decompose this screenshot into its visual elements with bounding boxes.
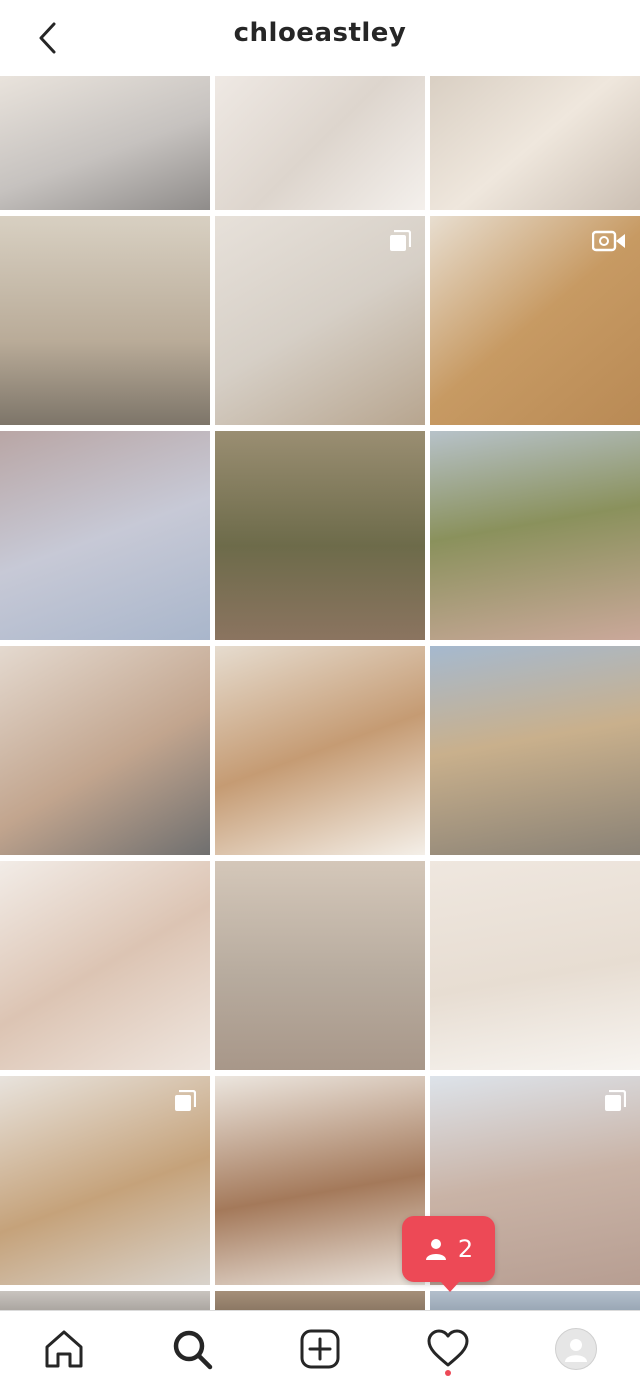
post-thumbnail-girls-in-bed[interactable]	[0, 76, 210, 210]
post-thumbnail-plush-toys[interactable]	[430, 76, 640, 210]
post-thumbnail-blossom-tree[interactable]	[0, 431, 210, 640]
heart-icon	[427, 1329, 469, 1367]
activity-notification-bubble[interactable]: 2	[402, 1216, 495, 1292]
profile-username: chloeastley	[233, 18, 407, 48]
nav-activity[interactable]	[424, 1325, 472, 1373]
multiple-photos-icon	[390, 230, 411, 251]
carousel-badge	[174, 1090, 196, 1112]
profile-avatar	[555, 1328, 597, 1370]
post-thumbnail-knit-sweater[interactable]	[215, 76, 425, 210]
home-icon	[45, 1330, 83, 1368]
post-thumbnail-girls-in-snowsuits[interactable]	[215, 861, 425, 1070]
carousel-badge	[389, 230, 411, 252]
search-icon	[173, 1330, 213, 1370]
posts-grid	[0, 76, 640, 1310]
nav-add-post[interactable]	[296, 1325, 344, 1373]
default-avatar-icon	[565, 1339, 587, 1362]
add-post-icon	[300, 1329, 340, 1369]
post-thumbnail-breakfast-table[interactable]	[215, 646, 425, 855]
post-thumbnail-pram-countryside[interactable]	[430, 431, 640, 640]
multiple-photos-icon	[175, 1090, 196, 1111]
post-thumbnail-group-selfie[interactable]	[0, 646, 210, 855]
post-thumbnail-partial-3[interactable]	[430, 1291, 640, 1310]
post-thumbnail-woman-hair-book[interactable]	[215, 1076, 425, 1285]
post-thumbnail-mini-eggs-basket[interactable]	[430, 216, 640, 425]
top-bar: chloeastley	[0, 0, 640, 76]
post-thumbnail-partial-2[interactable]	[215, 1291, 425, 1310]
multiple-photos-icon	[605, 1090, 626, 1111]
post-thumbnail-village-street[interactable]	[430, 646, 640, 855]
notification-count: 2	[457, 1235, 474, 1263]
nav-home[interactable]	[40, 1325, 88, 1373]
post-thumbnail-photo-strip[interactable]	[0, 861, 210, 1070]
activity-unread-dot	[445, 1370, 451, 1376]
nav-profile[interactable]	[552, 1325, 600, 1373]
bottom-navigation	[0, 1310, 640, 1387]
video-icon	[592, 230, 625, 252]
carousel-badge	[604, 1090, 626, 1112]
person-icon	[425, 1239, 446, 1260]
post-thumbnail-baby-with-books[interactable]	[215, 216, 425, 425]
post-thumbnail-partial-1[interactable]	[0, 1291, 210, 1310]
post-thumbnail-kids-on-chair[interactable]	[0, 1076, 210, 1285]
post-thumbnail-woman-walking-street[interactable]	[0, 216, 210, 425]
post-thumbnail-forest-walk[interactable]	[215, 431, 425, 640]
nav-search[interactable]	[168, 1325, 216, 1373]
video-badge	[592, 230, 626, 252]
post-thumbnail-diffuser-and-glasses[interactable]	[430, 861, 640, 1070]
